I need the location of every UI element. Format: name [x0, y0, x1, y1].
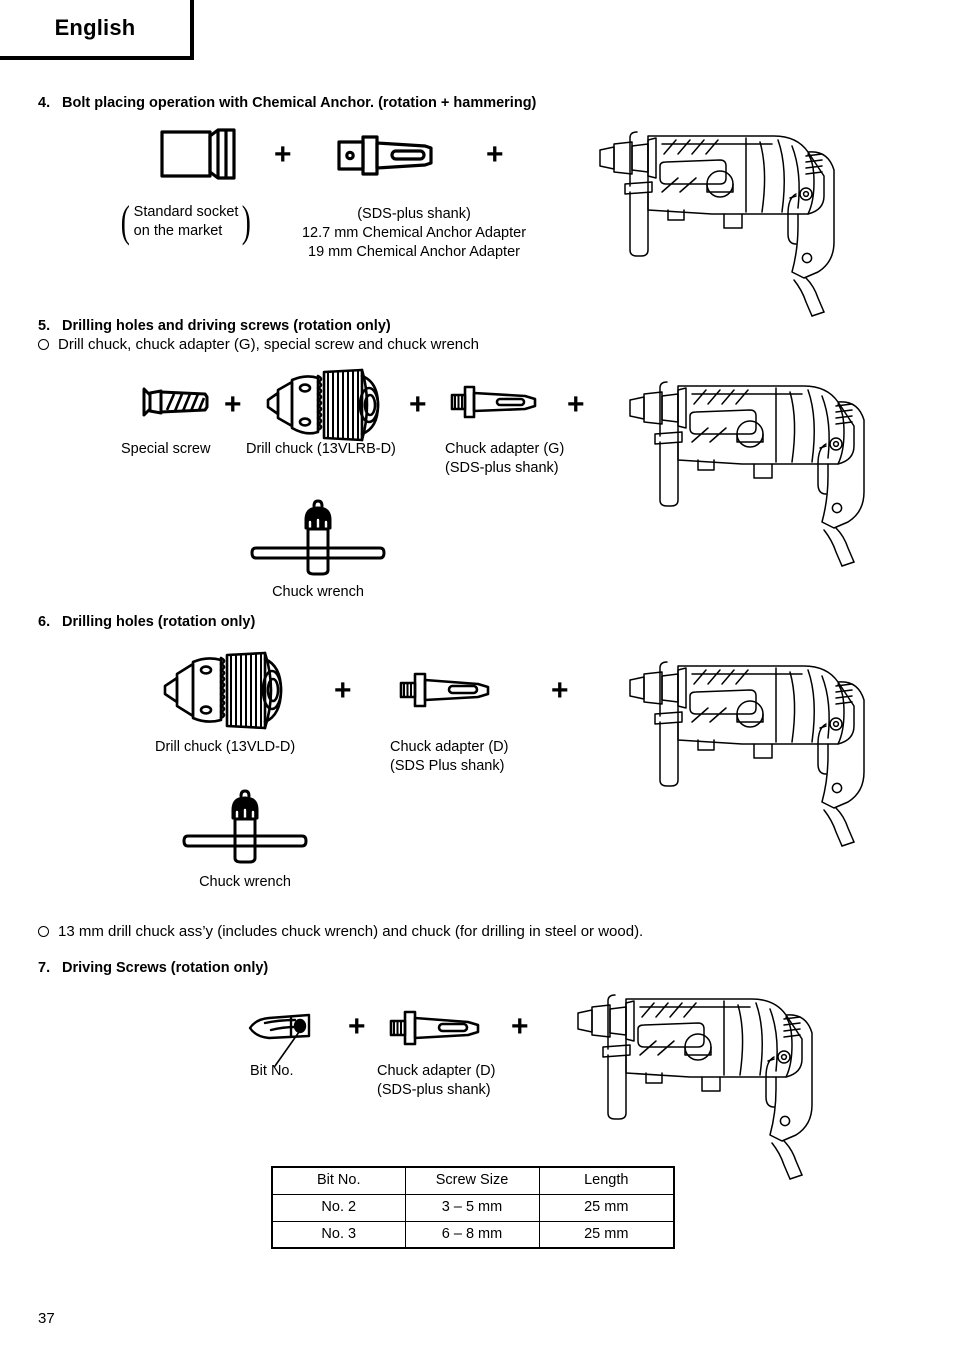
- chuck-adapter-g-caption-line-2: (SDS-plus shank): [445, 460, 559, 476]
- section-5-plus-1: +: [224, 388, 242, 421]
- table-header-row: Bit No. Screw Size Length: [271, 1166, 675, 1195]
- drill-chuck-13vlrb-illustration: [266, 366, 388, 444]
- paren-close: ): [242, 197, 252, 246]
- section-6-number: 6.: [38, 614, 51, 630]
- section-6-trailing-bullet-text: 13 mm drill chuck ass’y (includes chuck …: [58, 923, 644, 940]
- cell-length: 25 mm: [538, 1220, 675, 1249]
- special-screw-illustration: [141, 385, 211, 419]
- section-5-number: 5.: [38, 318, 51, 334]
- chuck-wrench-caption-2: Chuck wrench: [199, 874, 291, 890]
- adapter-caption-line-3: 19 mm Chemical Anchor Adapter: [308, 244, 520, 260]
- chemical-anchor-adapter-caption: (SDS-plus shank) 12.7 mm Chemical Anchor…: [279, 205, 549, 262]
- section-6-plus-2: +: [551, 674, 569, 707]
- section-7-plus-2: +: [511, 1010, 529, 1043]
- chuck-adapter-d-illustration-2: [388, 1006, 492, 1050]
- chuck-adapter-g-caption: Chuck adapter (G) (SDS-plus shank): [445, 440, 564, 478]
- table-row: No. 3 6 – 8 mm 25 mm: [271, 1220, 675, 1249]
- bit-no-caption: Bit No.: [250, 1063, 294, 1079]
- bit-spec-table: Bit No. Screw Size Length No. 2 3 – 5 mm…: [271, 1166, 675, 1249]
- language-tab: English: [0, 0, 194, 60]
- chemical-anchor-adapter-illustration: [337, 135, 447, 177]
- table-header-bit-no: Bit No.: [271, 1166, 406, 1195]
- paren-open: (: [120, 197, 130, 246]
- drill-chuck-13vld-illustration: [163, 650, 291, 734]
- adapter-caption-line-2: 12.7 mm Chemical Anchor Adapter: [301, 225, 527, 241]
- cell-screw-size: 6 – 8 mm: [404, 1220, 540, 1249]
- rotary-hammer-illustration-4: [570, 985, 860, 1180]
- language-label: English: [54, 15, 136, 40]
- section-4-plus-2: +: [486, 138, 504, 171]
- section-7-title: Driving Screws (rotation only): [62, 960, 269, 976]
- cell-length: 25 mm: [538, 1193, 675, 1222]
- drill-chuck-13vld-caption: Drill chuck (13VLD-D): [155, 739, 296, 755]
- open-circle-bullet-icon-2: [38, 925, 49, 937]
- chuck-adapter-g-illustration: [449, 382, 549, 422]
- section-6-title: Drilling holes (rotation only): [62, 614, 256, 630]
- section-6-plus-1: +: [334, 674, 352, 707]
- rotary-hammer-illustration-1: [592, 122, 882, 317]
- chuck-wrench-illustration-1: [248, 498, 388, 578]
- adapter-caption-line-1: (SDS-plus shank): [357, 206, 471, 222]
- special-screw-caption: Special screw: [121, 441, 211, 457]
- section-7-plus-1: +: [348, 1010, 366, 1043]
- table-header-screw-size: Screw Size: [404, 1166, 540, 1195]
- chuck-adapter-d-caption-1: Chuck adapter (D) (SDS Plus shank): [390, 738, 508, 776]
- cell-bit-no: No. 3: [271, 1220, 406, 1249]
- section-6-trailing-bullet: 13 mm drill chuck ass’y (includes chuck …: [38, 923, 643, 940]
- table-header-length: Length: [538, 1166, 675, 1195]
- table-row: No. 2 3 – 5 mm 25 mm: [271, 1193, 675, 1222]
- section-5-title: Drilling holes and driving screws (rotat…: [62, 318, 391, 334]
- chuck-wrench-caption-1: Chuck wrench: [272, 584, 364, 600]
- open-circle-bullet-icon: [38, 338, 49, 350]
- section-5-plus-3: +: [567, 388, 585, 421]
- chuck-adapter-d-caption-2-line-2: (SDS-plus shank): [377, 1082, 491, 1098]
- cell-screw-size: 3 – 5 mm: [404, 1193, 540, 1222]
- chuck-adapter-g-caption-line-1: Chuck adapter (G): [445, 441, 565, 457]
- section-5-bullet: Drill chuck, chuck adapter (G), special …: [38, 336, 479, 353]
- section-5-plus-2: +: [409, 388, 427, 421]
- section-4-number: 4.: [38, 95, 51, 111]
- chuck-wrench-illustration-2: [180, 788, 310, 866]
- section-5-bullet-text: Drill chuck, chuck adapter (G), special …: [58, 336, 479, 353]
- section-7-number: 7.: [38, 960, 51, 976]
- chuck-adapter-d-caption-1-line-2: (SDS Plus shank): [390, 758, 505, 774]
- section-4-title: Bolt placing operation with Chemical Anc…: [62, 95, 537, 111]
- section-4-plus-1: +: [274, 138, 292, 171]
- rotary-hammer-illustration-2: [622, 372, 912, 567]
- standard-socket-caption: ( Standard socket on the market ): [118, 197, 254, 246]
- cell-bit-no: No. 2: [271, 1193, 406, 1222]
- manual-page: English 4. Bolt placing operation with C…: [0, 0, 954, 1352]
- chuck-adapter-d-caption-2-line-1: Chuck adapter (D): [377, 1063, 496, 1079]
- drill-chuck-13vlrb-caption: Drill chuck (13VLRB-D): [246, 441, 396, 457]
- page-number: 37: [38, 1310, 55, 1327]
- socket-caption-line-2: on the market: [133, 223, 223, 239]
- chuck-adapter-d-caption-1-line-1: Chuck adapter (D): [390, 739, 509, 755]
- rotary-hammer-illustration-3: [622, 652, 912, 847]
- bit-spec-table-wrapper: Bit No. Screw Size Length No. 2 3 – 5 mm…: [271, 1166, 675, 1249]
- chuck-adapter-d-illustration-1: [398, 668, 502, 712]
- standard-socket-illustration: [160, 128, 240, 183]
- chuck-adapter-d-caption-2: Chuck adapter (D) (SDS-plus shank): [377, 1062, 495, 1100]
- socket-caption-line-1: Standard socket: [133, 204, 239, 220]
